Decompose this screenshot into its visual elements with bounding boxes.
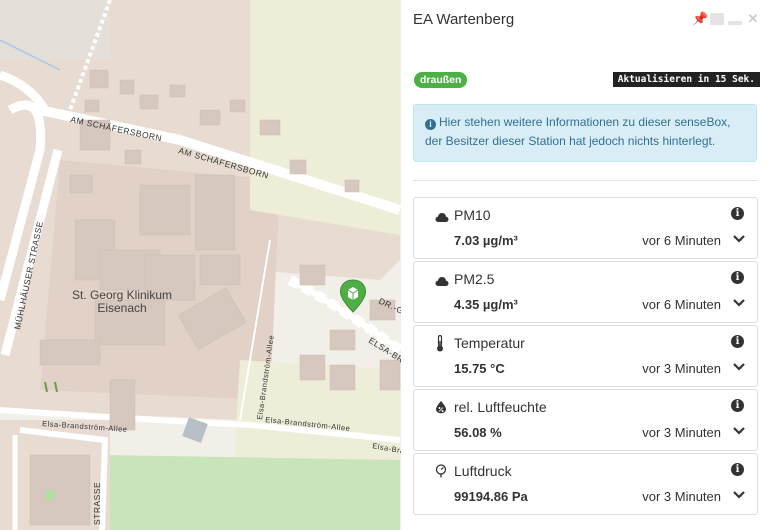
sensor-value: 7.03 µg/m³ (454, 233, 518, 248)
poi-label-eisenach: Eisenach (97, 301, 146, 315)
sensor-row-temperature[interactable]: Temperatur 15.75 °C vor 3 Minuten i (413, 325, 758, 387)
sensor-name: PM2.5 (454, 271, 495, 287)
divider (413, 180, 758, 181)
sensor-name: rel. Luftfeuchte (454, 399, 547, 415)
cloud-icon (435, 275, 449, 290)
cloud-icon (435, 211, 449, 226)
info-icon[interactable]: i (731, 271, 744, 284)
sensor-time: vor 6 Minuten (642, 297, 721, 312)
pin-icon[interactable]: 📌 (692, 12, 708, 26)
info-circle-icon: i (425, 119, 436, 130)
station-panel: EA Wartenberg 📌 ✕ draußen Aktualisieren … (401, 0, 768, 530)
sensor-time: vor 3 Minuten (642, 425, 721, 440)
sensor-row-pm25[interactable]: PM2.5 4.35 µg/m³ vor 6 Minuten i (413, 261, 758, 323)
chevron-down-icon[interactable] (732, 298, 746, 308)
sensor-value: 56.08 % (454, 425, 502, 440)
sensor-time: vor 3 Minuten (642, 489, 721, 504)
sensor-value: 99194.86 Pa (454, 489, 528, 504)
station-title: EA Wartenberg (413, 11, 515, 28)
chevron-down-icon[interactable] (732, 490, 746, 500)
chevron-down-icon[interactable] (732, 234, 746, 244)
chevron-down-icon[interactable] (732, 362, 746, 372)
sensor-time: vor 3 Minuten (642, 361, 721, 376)
sensor-name: Temperatur (454, 335, 525, 351)
sensor-row-pressure[interactable]: Luftdruck 99194.86 Pa vor 3 Minuten i (413, 453, 758, 515)
sensor-row-pm10[interactable]: PM10 7.03 µg/m³ vor 6 Minuten i (413, 197, 758, 259)
chevron-down-icon[interactable] (732, 426, 746, 436)
info-icon[interactable]: i (731, 207, 744, 220)
maximize-icon[interactable] (710, 13, 724, 25)
sensor-value: 4.35 µg/m³ (454, 297, 518, 312)
info-icon[interactable]: i (731, 399, 744, 412)
sensor-name: Luftdruck (454, 463, 512, 479)
refresh-countdown: Aktualisieren in 15 Sek. (612, 72, 760, 87)
humidity-icon (435, 400, 447, 417)
street-label-strasse: STRASSE (92, 482, 102, 525)
close-icon[interactable]: ✕ (746, 12, 760, 26)
info-box: i Hier stehen weitere Informationen zu di… (413, 104, 757, 162)
info-icon[interactable]: i (731, 463, 744, 476)
sensor-value: 15.75 °C (454, 361, 505, 376)
sensor-time: vor 6 Minuten (642, 233, 721, 248)
exposure-badge: draußen (414, 72, 468, 88)
sensor-row-humidity[interactable]: rel. Luftfeuchte 56.08 % vor 3 Minuten i (413, 389, 758, 451)
window-controls: 📌 ✕ (692, 12, 760, 26)
info-text: Hier stehen weitere Informationen zu die… (425, 115, 731, 148)
poi-label-klinikum: St. Georg Klinikum (72, 288, 172, 302)
info-icon[interactable]: i (731, 335, 744, 348)
minimize-icon[interactable] (728, 21, 742, 25)
thermometer-icon (436, 334, 444, 355)
pressure-icon (435, 464, 447, 481)
sensor-name: PM10 (454, 207, 491, 223)
